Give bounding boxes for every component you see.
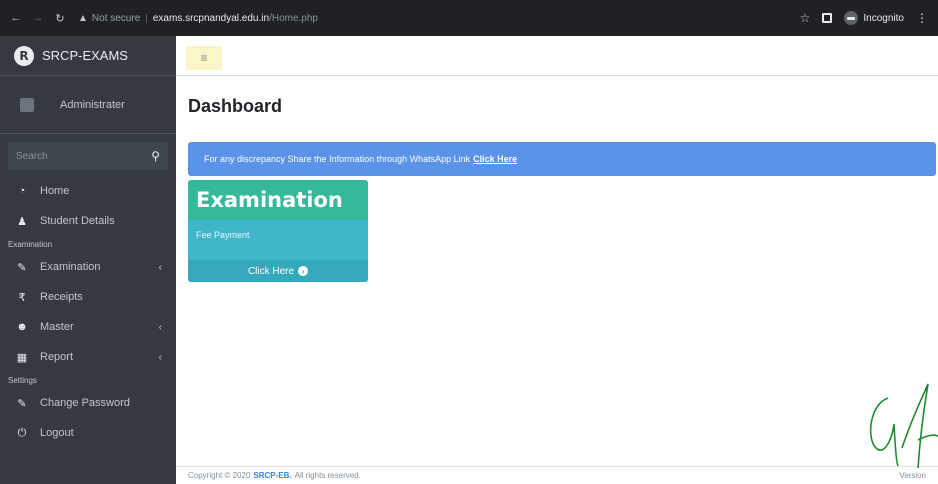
sidebar-item-student-details[interactable]: ♟ Student Details [0,206,176,236]
arrow-circle-right-icon: › [298,266,309,276]
incognito-label: Incognito [863,12,904,24]
dashboard-icon: ◔ [18,185,26,197]
bookmark-star-icon[interactable]: ☆ [800,11,811,25]
handwritten-signature [869,383,938,469]
sidebar-item-label: Home [40,185,70,197]
card-subtitle: Fee Payment [196,230,250,240]
url-host: exams.srcpnandyal.edu.in [152,12,270,24]
menu-kebab-icon[interactable]: ⋮ [916,11,928,25]
search-input[interactable] [16,150,136,162]
top-navbar: ≡ [176,36,938,76]
examination-card: Examination Fee Payment Click Here › [188,180,368,282]
nav-header-examination: Examination [8,239,53,249]
side-panel-icon[interactable] [822,13,833,23]
footer-brand-link[interactable]: SRCP-EB. [253,471,291,480]
alert-text: For any discrepancy Share the Informatio… [204,154,471,164]
search-icon[interactable]: ⚲ [151,149,160,163]
sidebar-item-label: Master [40,321,74,333]
sidebar-item-logout[interactable]: ⏻ Logout [0,418,176,448]
page-footer: Copyright © 2020 SRCP-EB. All rights res… [176,466,938,484]
forward-arrow-icon[interactable]: → [30,12,46,24]
chevron-left-icon: ‹ [158,351,162,363]
power-icon: ⏻ [17,426,27,439]
address-bar[interactable]: ▲ Not secure | exams.srcpnandyal.edu.in /… [78,7,318,29]
user-icon: ♟ [17,215,27,228]
sidebar-item-change-password[interactable]: ✎ Change Password [0,388,176,418]
url-separator: | [145,12,148,24]
back-arrow-icon[interactable]: ← [8,12,24,24]
card-title: Examination [196,188,343,212]
incognito-icon [844,11,859,25]
not-secure-label: Not secure [91,12,141,24]
sidebar-search: ⚲ [8,142,168,170]
brand-logo-icon: R [14,45,34,66]
footer-copyright: Copyright © 2020 [188,471,251,480]
footer-rights: All rights reserved. [294,471,361,480]
rupee-icon: ₹ [18,291,26,304]
card-header: Examination [188,180,368,220]
sidebar-item-master[interactable]: ☻ Master ‹ [0,312,176,342]
sidebar-item-label: Student Details [40,215,115,227]
page-title: Dashboard [188,96,283,116]
brand-text: SRCP-EXAMS [42,48,128,63]
browser-toolbar: ← → ↻ ▲ Not secure | exams.srcpnandyal.e… [0,0,938,36]
info-alert: For any discrepancy Share the Informatio… [188,142,936,176]
sidebar-item-label: Change Password [40,397,130,409]
sidebar-item-label: Report [40,351,74,363]
sidebar-item-label: Examination [40,261,101,273]
card-footer-label: Click Here [247,265,295,277]
edit-icon: ✎ [17,397,27,410]
footer-version: Version [899,471,926,480]
brand-link[interactable]: R SRCP-EXAMS [0,36,176,76]
sidebar-item-receipts[interactable]: ₹ Receipts [0,282,176,312]
sidebar-item-label: Receipts [40,291,83,303]
nav-header-settings: Settings [8,375,37,385]
chevron-left-icon: ‹ [158,261,162,273]
avatar [20,97,34,112]
sidebar-item-label: Logout [40,427,74,439]
url-path: /Home.php [269,12,318,24]
users-icon: ☻ [16,321,28,333]
whatsapp-link[interactable]: Click Here [473,154,517,164]
table-icon: ▦ [16,351,28,364]
hamburger-menu-icon[interactable]: ≡ [186,46,222,70]
sidebar: R SRCP-EXAMS Administrater ⚲ ◔ Home ♟ St… [0,36,176,484]
edit-icon: ✎ [17,261,27,274]
warning-icon: ▲ [78,12,88,24]
user-panel[interactable]: Administrater [0,76,176,134]
card-footer-button[interactable]: Click Here › [188,260,368,282]
incognito-badge[interactable]: Incognito [844,11,904,25]
reload-icon[interactable]: ↻ [52,12,68,25]
sidebar-item-home[interactable]: ◔ Home [0,176,176,206]
sidebar-item-report[interactable]: ▦ Report ‹ [0,342,176,372]
user-name: Administrater [60,98,125,111]
chevron-left-icon: ‹ [158,321,162,333]
sidebar-item-examination[interactable]: ✎ Examination ‹ [0,252,176,282]
